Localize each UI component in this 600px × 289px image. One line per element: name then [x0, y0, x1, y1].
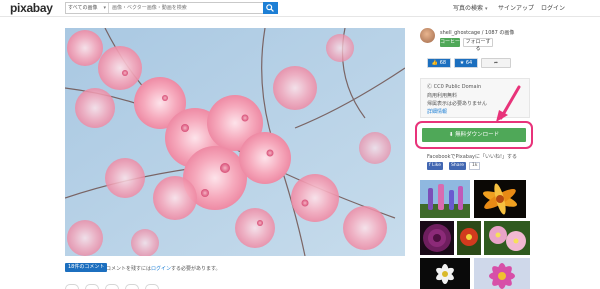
related-thumb-orange-flower[interactable] [474, 180, 526, 218]
cherry-blossom-image [65, 28, 405, 256]
favorite-count: 64 [465, 60, 473, 66]
like-count: 68 [439, 60, 447, 66]
chevron-down-icon: ▾ [103, 5, 106, 11]
related-thumb-lupines[interactable] [420, 180, 470, 218]
search-category-label: すべての画像 [68, 5, 98, 11]
download-icon: ⬇ [448, 132, 454, 138]
pixabay-logo[interactable]: pixabay [10, 1, 53, 15]
facebook-like-button[interactable]: f Like [427, 162, 444, 170]
related-thumb-pink-blossom[interactable] [484, 221, 530, 255]
related-thumb-purple-rose[interactable] [420, 221, 454, 255]
related-thumb-white-flower[interactable] [420, 258, 470, 289]
free-download-label: 無料ダウンロード [455, 132, 500, 138]
annotation-arrow-icon [496, 85, 521, 122]
related-thumb-red-flower[interactable] [457, 221, 481, 255]
main-photo[interactable] [65, 28, 405, 256]
license-title: Ⓒ CC0 Public Domain [427, 83, 481, 90]
facebook-icon: f [429, 163, 431, 168]
comment-text-before: コメントを残すには [106, 266, 152, 272]
like-button[interactable]: 👍 68 [427, 58, 451, 68]
facebook-prompt: FacebookでPixabayに「いいね!」する [427, 154, 518, 160]
license-line2: 帰属表示は必要ありません [427, 101, 487, 107]
share-button[interactable]: ➦ [481, 58, 511, 68]
top-bar: pixabay すべての画像 ▾ 写真の検索 ▾ サインアップ ログイン [0, 0, 600, 17]
favorite-button[interactable]: ★ 64 [454, 58, 478, 68]
nav-photos-search[interactable]: 写真の検索 ▾ [453, 3, 487, 12]
bottom-tab[interactable] [125, 284, 139, 289]
comment-count-badge: 18件のコメント [65, 263, 108, 272]
search-icon [266, 4, 274, 12]
search-category-select[interactable]: すべての画像 ▾ [66, 3, 109, 13]
share-arrow-icon: ➦ [493, 60, 499, 66]
thumbs-up-icon: 👍 [431, 60, 439, 66]
facebook-like-count: 1k [469, 162, 481, 170]
bottom-tab[interactable] [85, 284, 99, 289]
bottom-tab[interactable] [105, 284, 119, 289]
coffee-button[interactable]: コーヒー [440, 38, 460, 47]
follow-button[interactable]: フォローする [463, 38, 493, 52]
facebook-share-button[interactable]: Share [449, 162, 466, 170]
bottom-tabs [65, 284, 405, 289]
bottom-tab[interactable] [65, 284, 79, 289]
facebook-like-label: Like [432, 163, 442, 168]
nav-signup[interactable]: サインアップ [498, 3, 534, 12]
search-bar: すべての画像 ▾ [65, 2, 278, 14]
related-thumb-cosmos[interactable] [474, 258, 530, 289]
nav-login[interactable]: ログイン [541, 3, 565, 12]
chevron-down-icon: ▾ [484, 6, 488, 12]
star-icon: ★ [459, 60, 465, 66]
uploader-avatar[interactable] [420, 28, 435, 43]
free-download-button[interactable]: ⬇ 無料ダウンロード [422, 128, 526, 142]
license-details-link[interactable]: 詳細情報 [427, 108, 447, 115]
license-title-text: CC0 Public Domain [433, 84, 482, 90]
cc-icon: Ⓒ [427, 84, 433, 90]
nav-photos-search-label: 写真の検索 [453, 5, 484, 12]
license-line1: 商用利用無料 [427, 93, 458, 99]
bottom-tab[interactable] [145, 284, 159, 289]
comment-login-link[interactable]: ログイン [151, 266, 171, 272]
uploader-name[interactable]: shell_ghostcage / 1087 の画像 [440, 29, 514, 36]
comment-text-after: する必要があります。 [171, 266, 221, 272]
search-button[interactable] [263, 2, 278, 14]
comment-login-prompt: コメントを残すにはログインする必要があります。 [106, 265, 221, 272]
search-input[interactable] [112, 3, 262, 13]
